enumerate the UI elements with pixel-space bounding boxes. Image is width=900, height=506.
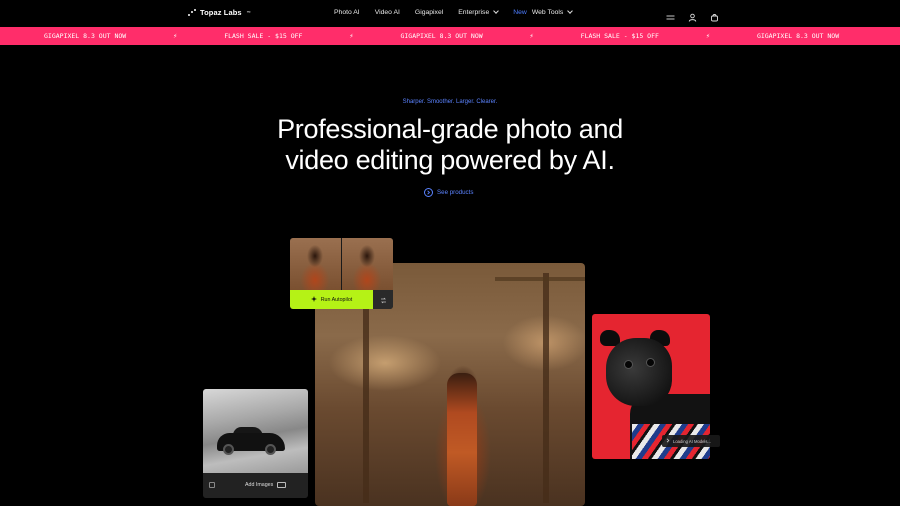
logo-mark-icon xyxy=(188,8,196,17)
sparkle-icon xyxy=(310,295,317,304)
chevron-right-icon xyxy=(666,438,670,444)
compare-button[interactable] xyxy=(373,290,393,309)
hero-title: Professional-grade photo and video editi… xyxy=(0,114,900,176)
singer-figure xyxy=(447,373,477,506)
add-images-label: Add Images xyxy=(245,482,274,488)
image-icon xyxy=(209,482,215,488)
add-images-card: Add Images xyxy=(203,389,308,498)
before-thumbnail xyxy=(290,238,341,290)
marquee-item: GIGAPIXEL 8.3 OUT NOW xyxy=(756,32,840,40)
nav-links: Photo AI Video AI Gigapixel Enterprise N… xyxy=(334,8,574,16)
nav-link-label: Gigapixel xyxy=(414,9,444,16)
folder-icon xyxy=(277,482,286,488)
lightning-icon: ⚡ xyxy=(173,32,178,40)
run-autopilot-button[interactable]: Run Autopilot xyxy=(290,290,373,309)
top-navigation: Topaz Labs ™ Photo AI Video AI Gigapixel … xyxy=(0,0,900,27)
logo-text: Topaz Labs xyxy=(200,8,242,17)
marquee-item: GIGAPIXEL 8.3 OUT NOW xyxy=(400,32,483,40)
nav-icons xyxy=(666,9,719,22)
marquee-item: GIGAPIXEL 8.3 OUT NOW xyxy=(44,32,127,40)
nav-link-label: Web Tools xyxy=(531,9,564,16)
chevron-down-icon xyxy=(493,8,500,14)
hero-title-line: Professional-grade photo and xyxy=(277,114,623,144)
lightning-icon: ⚡ xyxy=(705,32,711,40)
lightning-icon: ⚡ xyxy=(349,32,354,40)
nav-link-label: Enterprise xyxy=(458,9,490,16)
wheel xyxy=(265,444,276,455)
lightning-icon: ⚡ xyxy=(529,32,534,40)
pug-eye xyxy=(646,358,655,367)
loading-label: Loading AI Models... xyxy=(673,438,711,444)
new-badge: New xyxy=(513,9,527,16)
logo-trademark: ™ xyxy=(246,10,251,15)
marquee-track: GIGAPIXEL 8.3 OUT NOW ⚡ FLASH SALE - $15… xyxy=(44,32,839,40)
nav-link-web-tools[interactable]: New Web Tools xyxy=(513,8,574,16)
promo-marquee[interactable]: GIGAPIXEL 8.3 OUT NOW ⚡ FLASH SALE - $15… xyxy=(0,27,900,45)
menu-icon[interactable] xyxy=(666,9,675,20)
marquee-item: FLASH SALE - $15 OFF xyxy=(580,32,659,40)
wheel xyxy=(223,444,234,455)
hero-eyebrow: Sharper. Smoother. Larger. Clearer. xyxy=(402,99,498,105)
nav-link-gigapixel[interactable]: Gigapixel xyxy=(415,9,443,16)
hero-title-line: video editing powered by AI. xyxy=(285,145,615,175)
pillar xyxy=(543,273,549,503)
see-products-label: See products xyxy=(437,189,474,196)
pug-head xyxy=(606,338,672,406)
cart-icon[interactable] xyxy=(710,9,719,22)
beam xyxy=(495,277,585,281)
nav-link-label: Photo AI xyxy=(334,9,360,16)
see-products-link[interactable]: See products xyxy=(424,188,473,197)
autopilot-card: Run Autopilot xyxy=(290,238,393,309)
chevron-right-circle-icon xyxy=(424,188,433,197)
run-autopilot-label: Run Autopilot xyxy=(320,296,353,303)
nav-link-enterprise[interactable]: Enterprise xyxy=(458,8,500,16)
marquee-item: FLASH SALE - $15 OFF xyxy=(224,32,303,40)
after-thumbnail xyxy=(342,238,393,290)
loading-status: Loading AI Models... xyxy=(662,435,720,447)
nav-link-photo-ai[interactable]: Photo AI xyxy=(334,9,360,16)
nav-link-video-ai[interactable]: Video AI xyxy=(375,9,400,16)
pug-eye xyxy=(624,360,633,369)
topaz-logo[interactable]: Topaz Labs ™ xyxy=(188,8,251,17)
nav-link-label: Video AI xyxy=(374,9,400,16)
car-photo xyxy=(203,389,308,473)
chevron-down-icon xyxy=(567,8,574,14)
user-icon[interactable] xyxy=(688,9,697,22)
compare-icon xyxy=(380,291,387,309)
add-images-bar[interactable]: Add Images xyxy=(203,473,308,498)
